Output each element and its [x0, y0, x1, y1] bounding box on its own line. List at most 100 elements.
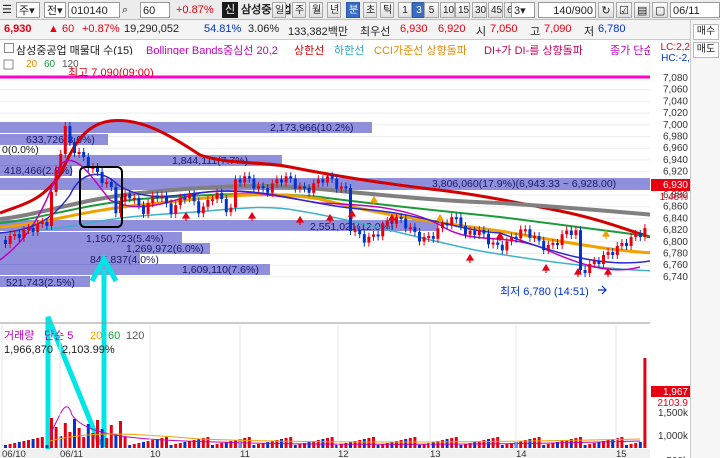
candle-body — [289, 176, 293, 179]
candle-body — [321, 179, 325, 183]
period-button[interactable]: 분 — [346, 2, 360, 18]
price-tick-label: 7,000 — [663, 120, 688, 131]
volume-bar — [252, 445, 256, 448]
turnover: 3.06% — [248, 23, 280, 35]
trade-value: 133,382백만 — [288, 26, 349, 38]
volume-bar — [114, 434, 118, 448]
candle-body — [583, 270, 587, 273]
volume-bar — [454, 437, 458, 448]
period-button[interactable]: 월 — [309, 2, 323, 18]
candle-body — [174, 205, 178, 214]
volume-bar — [4, 445, 7, 448]
settings-icon[interactable] — [3, 59, 14, 70]
volume-bar — [634, 443, 638, 448]
time-tick-label: 13 — [430, 449, 441, 458]
volume-bar — [404, 439, 408, 448]
refresh-icon[interactable]: ↻ — [598, 2, 614, 18]
search-icon[interactable]: ⌕ — [122, 2, 128, 18]
candle-body — [441, 223, 444, 229]
candle-body — [436, 228, 440, 239]
candle-body — [330, 176, 334, 179]
volume-legend-ma5: 단순 5 — [44, 329, 73, 342]
code-input[interactable]: 010140 — [68, 2, 120, 18]
checkbox-icon[interactable]: ☑ — [616, 2, 632, 18]
candle-body — [625, 243, 628, 246]
volume-bar — [431, 442, 435, 448]
volume-bar — [505, 444, 509, 448]
time-tick-label: 06/10 — [2, 449, 26, 458]
volume-legend-ma60: 60 — [108, 330, 120, 342]
period-button[interactable]: 10 — [440, 2, 455, 18]
volume-bar — [45, 445, 49, 448]
volume-bar — [450, 438, 454, 448]
interval-select[interactable]: 3▾ — [511, 2, 535, 18]
period-button[interactable]: 45 — [488, 2, 503, 18]
volume-bar — [445, 439, 449, 448]
candle-body — [36, 224, 40, 232]
candle-body — [376, 234, 380, 237]
volume-bar — [146, 441, 150, 448]
candle-body — [169, 203, 173, 214]
volume-bar — [390, 442, 394, 448]
candle-body — [284, 176, 288, 183]
volume-bar — [234, 440, 237, 448]
period-button[interactable]: 15 — [455, 2, 470, 18]
volume-bar — [13, 443, 17, 448]
volume-pct: 2,103.99% — [62, 344, 115, 356]
volume-bar — [592, 443, 596, 448]
period-button[interactable]: 초 — [363, 2, 377, 18]
candle-body — [473, 230, 477, 236]
candle-body — [68, 126, 72, 142]
candle-body — [418, 231, 421, 242]
layout-icon[interactable]: ▤ — [634, 2, 650, 18]
market-select[interactable]: 주▾ — [16, 2, 40, 18]
candle-body — [643, 228, 647, 237]
volume-bar — [73, 419, 76, 448]
period-button[interactable]: 5 — [424, 2, 439, 18]
volume-bar — [638, 442, 642, 448]
volume-bar — [408, 438, 412, 448]
candle-body — [519, 229, 523, 239]
volume-bar — [132, 444, 136, 448]
candle-body — [399, 217, 403, 220]
period-button[interactable]: 년 — [327, 2, 341, 18]
candle-body — [303, 186, 306, 189]
candle-body — [574, 230, 578, 236]
volume-bar — [8, 444, 12, 448]
period-button[interactable]: 틱 — [380, 2, 394, 18]
volume-bar — [293, 445, 297, 448]
candle-body — [638, 234, 642, 237]
candle-body — [197, 201, 201, 214]
volume-bar — [473, 442, 477, 448]
date-field[interactable]: 06/11 — [670, 2, 720, 18]
period-button[interactable]: 일 — [272, 2, 286, 18]
price-tick-label: 6,960 — [663, 143, 688, 154]
volume: 19,290,052 — [124, 23, 180, 35]
window-icon[interactable]: ▢ — [652, 2, 668, 18]
period-select[interactable]: 60 — [140, 2, 170, 18]
volume-bar — [349, 442, 352, 448]
candle-body — [579, 230, 582, 270]
chart-area[interactable]: 20 60 120 최고 7,090(09:00) 2,173,966(10.2… — [0, 55, 690, 458]
volume-bar — [40, 437, 44, 448]
sell-button[interactable]: 매도 — [693, 42, 719, 58]
period-button[interactable]: 30 — [472, 2, 487, 18]
period-button[interactable]: 주 — [292, 2, 306, 18]
period-button[interactable]: 1 — [398, 2, 412, 18]
volume-bar — [22, 441, 26, 448]
menu-icon[interactable]: ☰ — [2, 2, 12, 18]
candle-body — [160, 195, 164, 199]
volume-bar — [606, 440, 610, 448]
volume-bar — [546, 444, 550, 448]
price-ticks: 7,0807,0607,0407,0207,0006,9806,9606,940… — [663, 73, 688, 283]
candle-body — [151, 195, 155, 204]
candle-body — [326, 176, 329, 183]
volume-bar — [109, 425, 113, 448]
candle-body — [533, 236, 536, 239]
volume-bar — [560, 441, 564, 448]
candle-body — [178, 197, 182, 206]
expand-icon[interactable] — [4, 43, 14, 53]
market-select-2[interactable]: 전▾ — [44, 2, 66, 18]
buy-button[interactable]: 매수 — [693, 24, 719, 40]
volume-bar — [91, 433, 95, 448]
